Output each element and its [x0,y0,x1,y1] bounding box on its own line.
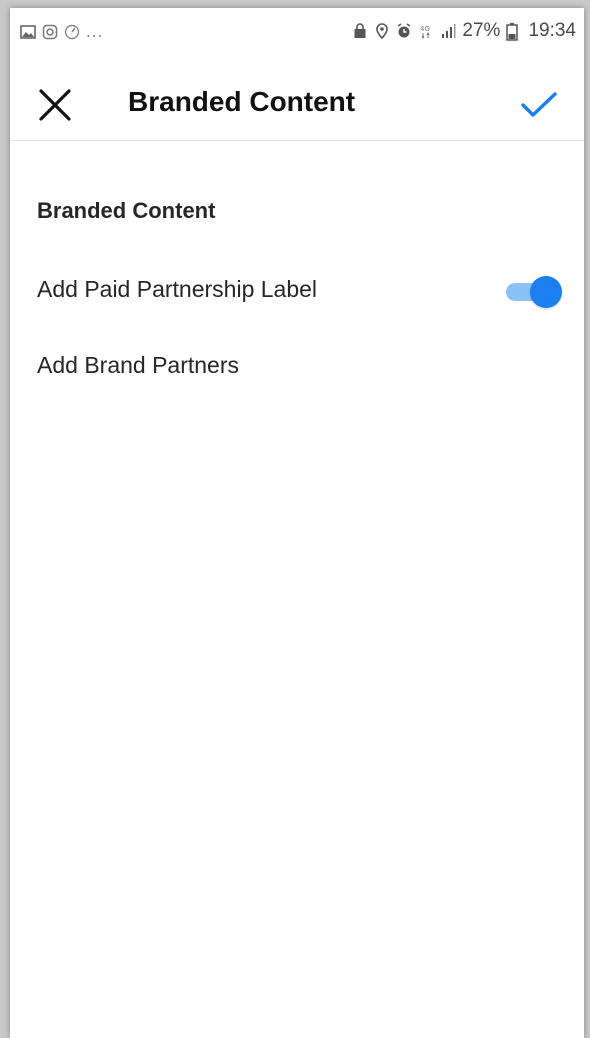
location-icon [374,23,390,40]
app-header: Branded Content [10,56,584,141]
paid-partnership-label: Add Paid Partnership Label [37,276,318,302]
close-icon [39,89,71,121]
instagram-icon [42,24,58,40]
paid-partnership-row[interactable]: Add Paid Partnership Label [10,260,584,320]
section-heading: Branded Content [37,198,216,223]
status-bar: ... 4G 27% 19:34 [10,8,584,56]
4g-icon: 4G [418,23,434,40]
gallery-icon [20,24,36,40]
notification-overflow: ... [86,22,104,41]
paid-partnership-toggle[interactable] [500,276,564,308]
status-left-icons: ... [20,22,103,42]
check-icon [521,92,557,117]
svg-text:4G: 4G [420,25,430,33]
page-title: Branded Content [128,86,356,117]
alarm-icon [396,23,412,39]
battery-icon [506,23,522,41]
toggle-knob [530,276,562,308]
brand-partners-label: Add Brand Partners [37,352,240,378]
phone-screen: ... 4G 27% 19:34 Branded Content Branded… [10,8,584,1038]
lock-icon [352,23,368,39]
status-right-icons: 4G 27% 19:34 [352,20,576,42]
brand-partners-row[interactable]: Add Brand Partners [10,336,584,396]
screenshot-frame: ... 4G 27% 19:34 Branded Content Branded… [0,0,590,1038]
signal-icon [440,23,456,39]
close-button[interactable] [30,80,80,130]
battery-percent: 27% [462,20,501,41]
speed-icon [64,24,80,40]
clock: 19:34 [528,20,576,41]
confirm-button[interactable] [512,78,566,132]
